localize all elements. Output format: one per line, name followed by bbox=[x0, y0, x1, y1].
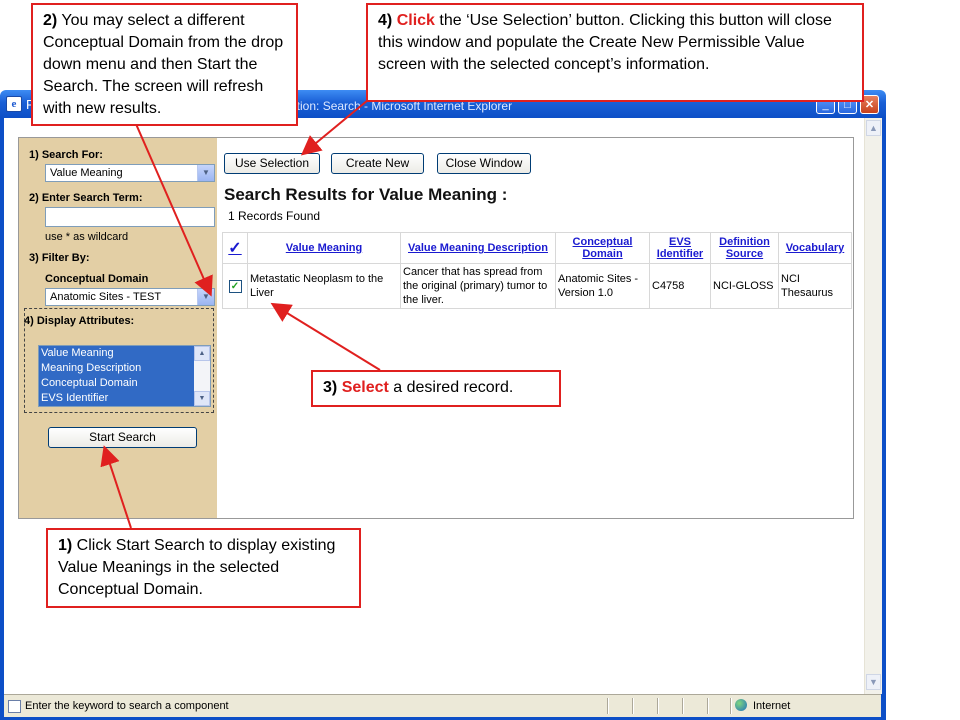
callout-step-1: 1) Click Start Search to display existin… bbox=[46, 528, 361, 608]
search-for-label: 1) Search For: bbox=[29, 149, 103, 161]
cell-evs-identifier: C4758 bbox=[649, 263, 711, 309]
use-selection-button[interactable]: Use Selection bbox=[224, 153, 320, 174]
security-zone: Internet bbox=[753, 700, 791, 712]
cell-value-meaning: Metastatic Neoplasm to the Liver bbox=[247, 263, 401, 309]
column-header[interactable]: Value Meaning bbox=[247, 232, 401, 264]
column-header[interactable]: Value Meaning Description bbox=[400, 232, 556, 264]
cell-conceptual-domain: Anatomic Sites - Version 1.0 bbox=[555, 263, 650, 309]
row-checkbox[interactable]: ✓ bbox=[228, 280, 242, 293]
wildcard-note: use * as wildcard bbox=[45, 231, 129, 243]
table-header-row: ✓ Value Meaning Value Meaning Descriptio… bbox=[222, 232, 852, 264]
display-attributes-label: 4) Display Attributes: bbox=[24, 315, 135, 327]
attribute-item[interactable]: EVS Identifier bbox=[39, 391, 210, 406]
conceptual-domain-label: Conceptual Domain bbox=[45, 273, 149, 285]
column-header[interactable]: Conceptual Domain bbox=[555, 232, 650, 264]
search-for-value: Value Meaning bbox=[50, 167, 123, 179]
vertical-scrollbar[interactable]: ▲ ▼ bbox=[864, 118, 882, 694]
results-title: Search Results for Value Meaning : bbox=[224, 185, 508, 204]
records-count: 1 Records Found bbox=[228, 209, 321, 223]
select-all-check-icon[interactable]: ✓ bbox=[228, 240, 241, 257]
chevron-down-icon: ▼ bbox=[197, 289, 214, 305]
conceptual-domain-select[interactable]: Anatomic Sites - TEST ▼ bbox=[45, 288, 215, 306]
attribute-item[interactable]: Value Meaning bbox=[39, 346, 210, 361]
close-window-button[interactable]: Close Window bbox=[437, 153, 531, 174]
conceptual-domain-value: Anatomic Sites - TEST bbox=[50, 291, 162, 303]
status-text: Enter the keyword to search a component bbox=[25, 700, 229, 712]
cell-description: Cancer that has spread from the original… bbox=[400, 263, 556, 309]
search-page: 1) Search For: Value Meaning ▼ 2) Enter … bbox=[18, 137, 854, 519]
display-attributes-list[interactable]: Value Meaning Meaning Description Concep… bbox=[38, 345, 211, 407]
cell-vocabulary: NCI Thesaurus bbox=[778, 263, 852, 309]
scroll-down-icon[interactable]: ▼ bbox=[194, 391, 210, 406]
column-header[interactable]: Vocabulary bbox=[778, 232, 852, 264]
page-icon bbox=[8, 700, 21, 713]
column-header[interactable]: EVS Identifier bbox=[649, 232, 711, 264]
cell-definition-source: NCI-GLOSS bbox=[710, 263, 779, 309]
scroll-up-icon[interactable]: ▲ bbox=[194, 346, 210, 361]
scroll-up-icon[interactable]: ▲ bbox=[866, 120, 881, 136]
search-term-input[interactable] bbox=[45, 207, 215, 227]
callout-step-4: 4) Click the ‘Use Selection’ button. Cli… bbox=[366, 3, 864, 102]
status-bar: Enter the keyword to search a component … bbox=[4, 694, 881, 717]
chevron-down-icon: ▼ bbox=[197, 165, 214, 181]
scroll-down-icon[interactable]: ▼ bbox=[866, 674, 881, 690]
callout-step-3: 3) Select a desired record. bbox=[311, 370, 561, 407]
start-search-button[interactable]: Start Search bbox=[48, 427, 197, 448]
table-row[interactable]: ✓ Metastatic Neoplasm to the Liver Cance… bbox=[222, 263, 852, 309]
results-table: ✓ Value Meaning Value Meaning Descriptio… bbox=[222, 232, 852, 309]
attribute-item[interactable]: Meaning Description bbox=[39, 361, 210, 376]
search-term-label: 2) Enter Search Term: bbox=[29, 192, 143, 204]
create-new-button[interactable]: Create New bbox=[331, 153, 424, 174]
list-scrollbar[interactable]: ▲ ▼ bbox=[194, 346, 210, 406]
column-header[interactable]: Definition Source bbox=[710, 232, 779, 264]
attribute-item[interactable]: Conceptual Domain bbox=[39, 376, 210, 391]
search-panel: 1) Search For: Value Meaning ▼ 2) Enter … bbox=[19, 138, 217, 518]
ie-icon: e bbox=[6, 96, 22, 112]
filter-by-label: 3) Filter By: bbox=[29, 252, 90, 264]
search-for-select[interactable]: Value Meaning ▼ bbox=[45, 164, 215, 182]
callout-step-2: 2) You may select a different Conceptual… bbox=[31, 3, 298, 126]
globe-icon bbox=[735, 699, 747, 711]
